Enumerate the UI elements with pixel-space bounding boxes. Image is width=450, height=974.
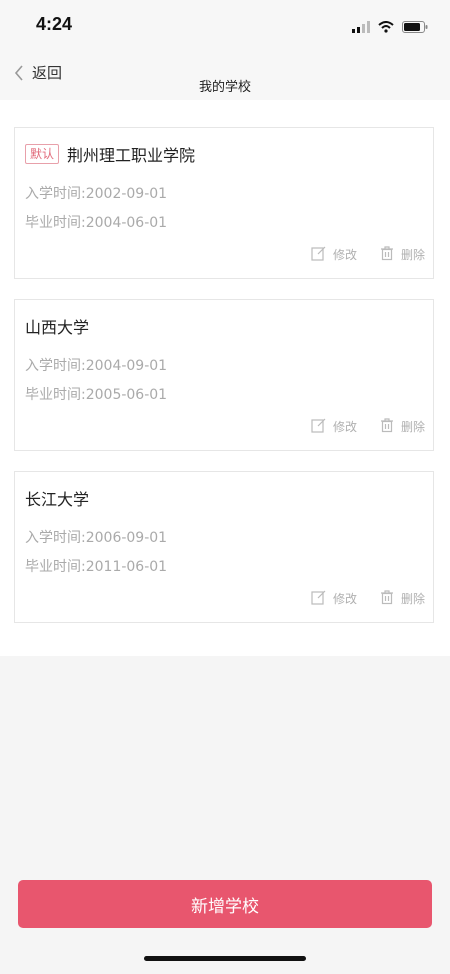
nav-bar: 返回 我的学校 [0,50,450,100]
status-icons [352,18,428,37]
school-name: 山西大学 [25,318,90,337]
school-card: 默认 荆州理工职业学院 入学时间:2002-09-01 毕业时间:2004-06… [14,127,434,279]
edit-button[interactable]: 修改 [311,417,357,436]
school-name: 长江大学 [25,490,90,509]
card-actions: 修改 删除 [311,589,425,608]
signal-icon [352,18,370,37]
card-actions: 修改 删除 [311,245,425,264]
graduate-date: 毕业时间:2011-06-01 [25,559,168,575]
edit-label: 修改 [332,248,357,262]
edit-icon [311,417,327,436]
home-indicator [144,956,306,961]
edit-button[interactable]: 修改 [311,589,357,608]
enroll-date: 入学时间:2004-09-01 [25,358,168,374]
school-card: 长江大学 入学时间:2006-09-01 毕业时间:2011-06-01 修改 [14,471,434,623]
school-name-row: 长江大学 [25,486,89,510]
edit-icon [311,245,327,264]
graduate-date: 毕业时间:2004-06-01 [25,215,168,231]
school-name: 荆州理工职业学院 [67,146,196,165]
enroll-date: 入学时间:2006-09-01 [25,530,168,546]
delete-button[interactable]: 删除 [379,589,425,608]
add-school-button[interactable]: 新增学校 [18,880,432,928]
enroll-date: 入学时间:2002-09-01 [25,186,168,202]
delete-label: 删除 [400,248,425,262]
default-badge: 默认 [25,144,60,164]
edit-button[interactable]: 修改 [311,245,357,264]
wifi-icon [378,18,394,37]
school-list: 默认 荆州理工职业学院 入学时间:2002-09-01 毕业时间:2004-06… [0,100,450,656]
trash-icon [379,417,395,436]
battery-icon [402,18,428,37]
school-name-row: 山西大学 [25,314,89,338]
edit-icon [311,589,327,608]
school-card: 山西大学 入学时间:2004-09-01 毕业时间:2005-06-01 修改 [14,299,434,451]
school-name-row: 默认 荆州理工职业学院 [25,142,195,166]
page-title: 我的学校 [198,80,251,95]
delete-label: 删除 [400,420,425,434]
card-actions: 修改 删除 [311,417,425,436]
edit-label: 修改 [332,592,357,606]
delete-button[interactable]: 删除 [379,245,425,264]
delete-label: 删除 [400,592,425,606]
delete-button[interactable]: 删除 [379,417,425,436]
graduate-date: 毕业时间:2005-06-01 [25,387,168,403]
status-bar: 4:24 [0,0,450,50]
trash-icon [379,589,395,608]
edit-label: 修改 [332,420,357,434]
trash-icon [379,245,395,264]
status-time: 4:24 [36,14,73,34]
